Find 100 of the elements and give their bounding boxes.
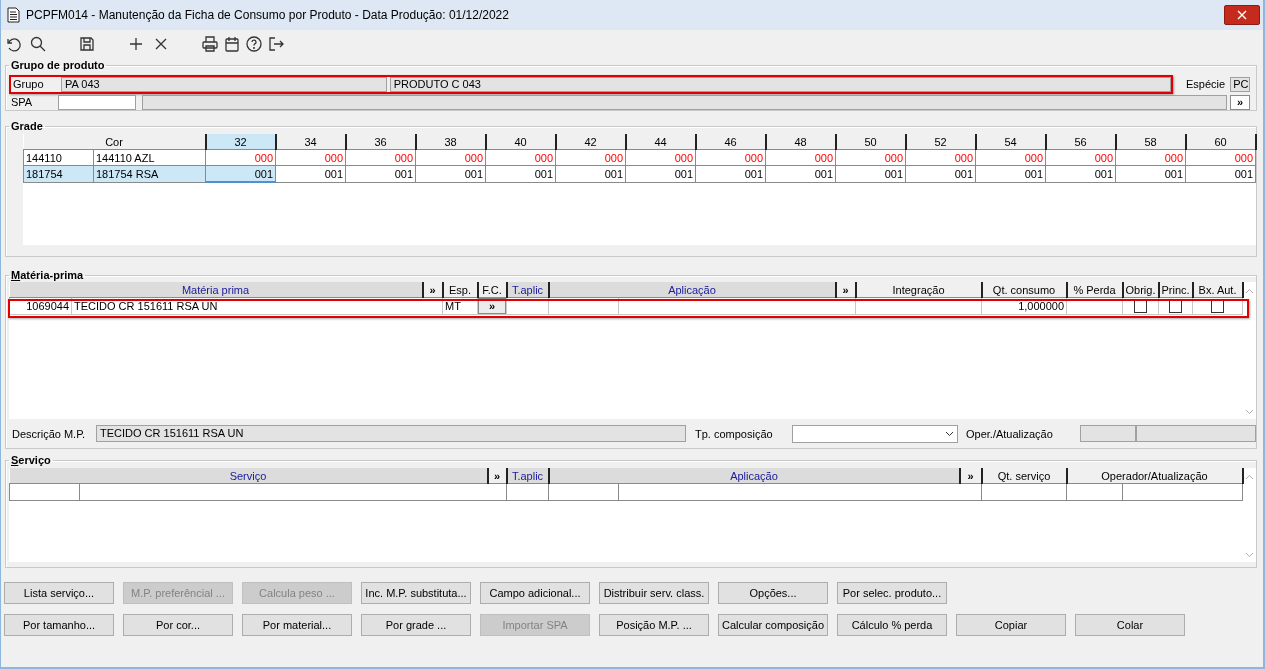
column-header[interactable]: 46 bbox=[695, 134, 766, 150]
field-label: Espécie bbox=[1186, 78, 1226, 90]
close-icon[interactable] bbox=[1237, 10, 1247, 20]
column-header[interactable]: Operador/Atualização bbox=[1066, 468, 1243, 484]
column-header[interactable]: 60 bbox=[1185, 134, 1256, 150]
exit-icon[interactable] bbox=[267, 35, 285, 53]
help-icon[interactable] bbox=[245, 35, 263, 53]
table-cell[interactable]: 000 bbox=[1115, 149, 1186, 166]
column-header[interactable]: % Perda bbox=[1066, 282, 1123, 298]
search-icon[interactable] bbox=[29, 35, 47, 53]
action-button[interactable]: Por cor... bbox=[123, 614, 233, 636]
action-button[interactable]: Colar bbox=[1075, 614, 1185, 636]
plus-icon[interactable] bbox=[127, 35, 145, 53]
table-cell[interactable]: 000 bbox=[275, 149, 346, 166]
column-header[interactable]: F.C. bbox=[477, 282, 507, 298]
column-header[interactable]: Esp. bbox=[442, 282, 478, 298]
table-cell[interactable]: 000 bbox=[485, 149, 556, 166]
column-header[interactable]: 56 bbox=[1045, 134, 1116, 150]
action-button[interactable]: Cálculo % perda bbox=[837, 614, 947, 636]
input-field[interactable] bbox=[1080, 425, 1136, 442]
calendar-icon[interactable] bbox=[223, 35, 241, 53]
column-header[interactable]: 36 bbox=[345, 134, 416, 150]
column-header[interactable]: Matéria prima bbox=[9, 282, 423, 298]
table-cell[interactable]: 001 bbox=[975, 165, 1046, 182]
table-cell[interactable]: 000 bbox=[345, 149, 416, 166]
column-header[interactable]: 58 bbox=[1115, 134, 1186, 150]
column-header[interactable]: 42 bbox=[555, 134, 626, 150]
column-header[interactable]: 52 bbox=[905, 134, 976, 150]
action-button[interactable]: Por tamanho... bbox=[4, 614, 114, 636]
table-cell[interactable]: 000 bbox=[625, 149, 696, 166]
table-cell[interactable]: 001 bbox=[835, 165, 906, 182]
action-button[interactable]: Posição M.P. ... bbox=[599, 614, 709, 636]
save-icon[interactable] bbox=[78, 35, 96, 53]
action-button[interactable]: Opções... bbox=[718, 582, 828, 604]
input-field[interactable] bbox=[1136, 425, 1256, 442]
column-header[interactable]: 50 bbox=[835, 134, 906, 150]
action-button[interactable]: Copiar bbox=[956, 614, 1066, 636]
table-cell[interactable]: 001 bbox=[485, 165, 556, 182]
action-button[interactable]: Campo adicional... bbox=[480, 582, 590, 604]
action-button[interactable]: Lista serviço... bbox=[4, 582, 114, 604]
table-cell[interactable]: 001 bbox=[275, 165, 346, 182]
table-cell[interactable]: 000 bbox=[695, 149, 766, 166]
column-header[interactable]: Qt. serviço bbox=[981, 468, 1067, 484]
action-button[interactable]: Inc. M.P. substituta... bbox=[361, 582, 471, 604]
column-header[interactable]: 38 bbox=[415, 134, 486, 150]
table-cell[interactable]: 000 bbox=[835, 149, 906, 166]
column-header[interactable]: Cor bbox=[23, 134, 206, 150]
table-cell[interactable]: 000 bbox=[205, 149, 276, 166]
input-field[interactable]: PA 043 bbox=[60, 76, 387, 92]
table-cell[interactable]: 001 bbox=[625, 165, 696, 182]
column-header[interactable]: 34 bbox=[275, 134, 346, 150]
column-header[interactable]: Princ. bbox=[1158, 282, 1193, 298]
table-cell[interactable]: 001 bbox=[345, 165, 416, 182]
action-button[interactable]: Calcular composição bbox=[718, 614, 828, 636]
column-header[interactable]: » bbox=[835, 282, 856, 298]
column-header[interactable]: Integração bbox=[855, 282, 982, 298]
column-header[interactable]: Bx. Aut. bbox=[1192, 282, 1243, 298]
close-button[interactable] bbox=[1224, 5, 1260, 25]
table-cell[interactable]: 000 bbox=[1045, 149, 1116, 166]
action-button[interactable]: Por grade ... bbox=[361, 614, 471, 636]
column-header[interactable]: Obrig. bbox=[1122, 282, 1159, 298]
table-cell[interactable]: 001 bbox=[1045, 165, 1116, 182]
column-header[interactable]: » bbox=[959, 468, 982, 484]
input-field[interactable]: PRODUTO C 043 bbox=[389, 76, 1171, 92]
table-cell[interactable]: 001 bbox=[555, 165, 626, 182]
dropdown[interactable] bbox=[792, 424, 958, 443]
action-button[interactable]: Distribuir serv. class. bbox=[599, 582, 709, 604]
action-button[interactable]: Por selec. produto... bbox=[837, 582, 947, 604]
table-cell[interactable]: 001 bbox=[765, 165, 836, 182]
column-header[interactable]: 44 bbox=[625, 134, 696, 150]
undo-icon[interactable] bbox=[4, 35, 22, 53]
printer-icon[interactable] bbox=[201, 35, 219, 53]
column-header[interactable]: 54 bbox=[975, 134, 1046, 150]
column-header[interactable]: T.aplic bbox=[506, 282, 549, 298]
table-cell[interactable]: 001 bbox=[695, 165, 766, 182]
table-cell[interactable]: 000 bbox=[415, 149, 486, 166]
column-header[interactable]: » bbox=[422, 282, 443, 298]
table-cell[interactable]: 000 bbox=[975, 149, 1046, 166]
column-header[interactable]: Qt. consumo bbox=[981, 282, 1067, 298]
input-field[interactable] bbox=[142, 94, 1227, 110]
action-button[interactable]: Por material... bbox=[242, 614, 352, 636]
table-cell[interactable]: 000 bbox=[765, 149, 836, 166]
column-header[interactable]: T.aplic bbox=[506, 468, 549, 484]
column-header[interactable]: Serviço bbox=[9, 468, 488, 484]
table-cell[interactable]: 001 bbox=[1185, 165, 1256, 182]
table-cell[interactable]: 000 bbox=[555, 149, 626, 166]
input-field[interactable] bbox=[58, 94, 136, 110]
input-field[interactable]: PC bbox=[1230, 76, 1251, 92]
table-cell[interactable]: 001 bbox=[1115, 165, 1186, 182]
table-cell[interactable]: 000 bbox=[905, 149, 976, 166]
column-header[interactable]: Aplicação bbox=[548, 282, 836, 298]
table-cell[interactable]: 000 bbox=[1185, 149, 1256, 166]
column-header[interactable]: 48 bbox=[765, 134, 836, 150]
table-cell[interactable]: 001 bbox=[905, 165, 976, 182]
input-field[interactable]: TECIDO CR 151611 RSA UN bbox=[96, 425, 686, 442]
column-header[interactable]: 40 bbox=[485, 134, 556, 150]
table-cell[interactable]: 001 bbox=[415, 165, 486, 182]
column-header[interactable]: 32 bbox=[205, 134, 276, 150]
column-header[interactable]: Aplicação bbox=[548, 468, 960, 484]
expand-button[interactable]: » bbox=[1230, 94, 1250, 110]
